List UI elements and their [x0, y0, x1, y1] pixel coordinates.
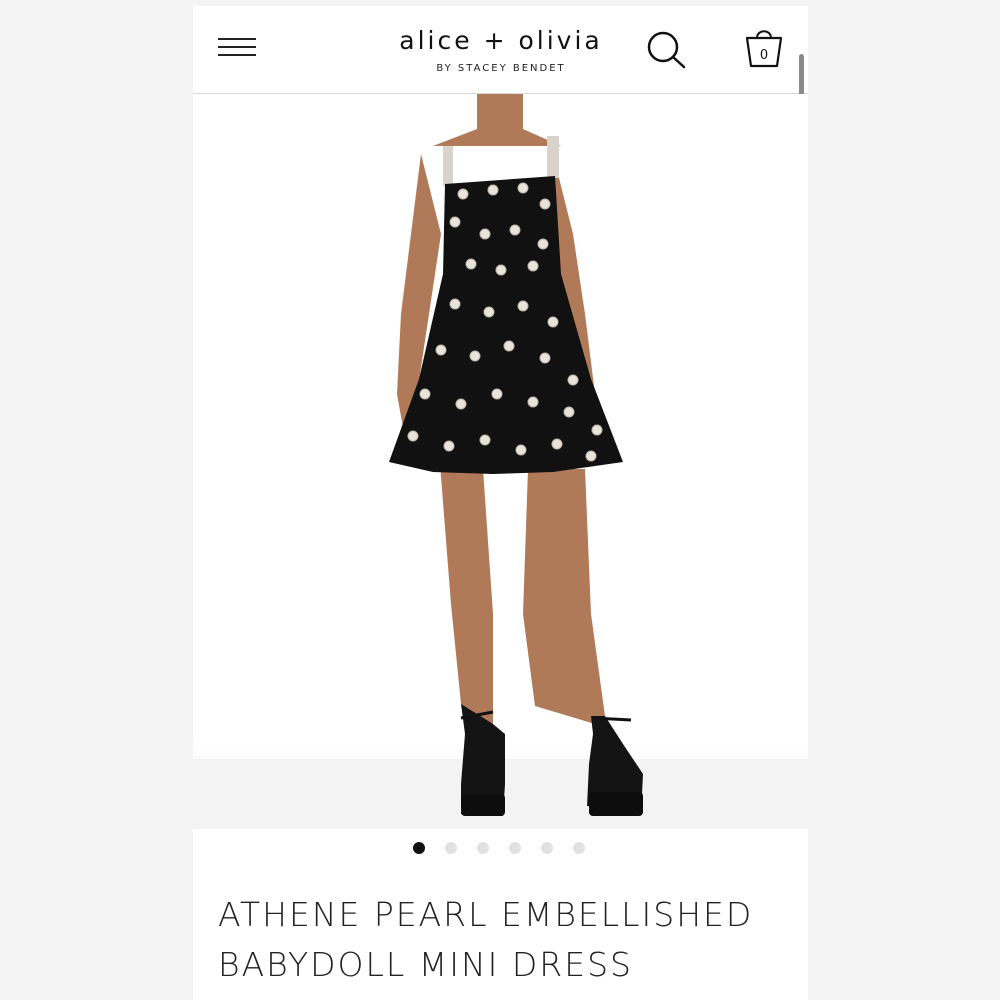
pearl-decoration [465, 258, 477, 270]
product-image[interactable] [193, 94, 808, 829]
carousel-dot[interactable] [477, 842, 489, 854]
pearl-decoration [551, 438, 563, 450]
pearl-decoration [527, 396, 539, 408]
pearl-decoration [503, 340, 515, 352]
pearl-decoration [537, 238, 549, 250]
cart-button[interactable]: 0 [743, 26, 785, 72]
pearl-decoration [419, 388, 431, 400]
cart-count-badge: 0 [759, 48, 769, 63]
menu-button[interactable] [218, 36, 256, 60]
pearl-decoration [515, 444, 527, 456]
pearl-decoration [517, 182, 529, 194]
pearl-decoration [517, 300, 529, 312]
pearl-decoration [469, 350, 481, 362]
pearl-decoration [449, 216, 461, 228]
pearl-decoration [527, 260, 539, 272]
dress-model-photo [193, 94, 808, 829]
pearl-decoration [457, 188, 469, 200]
product-title: ATHENE PEARL EMBELLISHED BABYDOLL MINI D… [218, 890, 778, 990]
brand-logo[interactable]: alice + olivia [386, 26, 616, 55]
pearl-decoration [567, 374, 579, 386]
pearl-decoration [509, 224, 521, 236]
search-icon [647, 31, 686, 69]
site-header: alice + olivia BY STACEY BENDET 0 [193, 6, 808, 354]
carousel-dot[interactable] [445, 842, 457, 854]
pearl-decoration [487, 184, 499, 196]
pearl-decoration [585, 450, 597, 462]
product-title-line: BABYDOLL MINI DRESS [218, 945, 633, 984]
pearl-decoration [563, 406, 575, 418]
carousel-dot[interactable] [541, 842, 553, 854]
pearl-decoration [435, 344, 447, 356]
pearl-decoration [591, 424, 603, 436]
product-title-line: ATHENE PEARL EMBELLISHED [218, 895, 754, 934]
hamburger-menu-icon [218, 46, 256, 48]
pearl-decoration [539, 198, 551, 210]
search-button[interactable] [646, 30, 688, 72]
pearl-decoration [479, 434, 491, 446]
pearl-decoration [455, 398, 467, 410]
pearl-decoration [491, 388, 503, 400]
hamburger-menu-icon [218, 38, 256, 40]
hamburger-menu-icon [218, 54, 256, 56]
pearl-decoration [407, 430, 419, 442]
pearl-decoration [483, 306, 495, 318]
pearl-decoration [449, 298, 461, 310]
pearl-decoration [443, 440, 455, 452]
pearl-decoration [547, 316, 559, 328]
pearl-decoration [479, 228, 491, 240]
pearl-decoration [495, 264, 507, 276]
brand-tagline: BY STACEY BENDET [436, 63, 566, 74]
mobile-page: alice + olivia BY STACEY BENDET 0 ATHENE… [193, 6, 808, 1000]
carousel-dot[interactable] [573, 842, 585, 854]
carousel-dot[interactable] [509, 842, 521, 854]
carousel-dot[interactable] [413, 842, 425, 854]
pearl-decoration [539, 352, 551, 364]
